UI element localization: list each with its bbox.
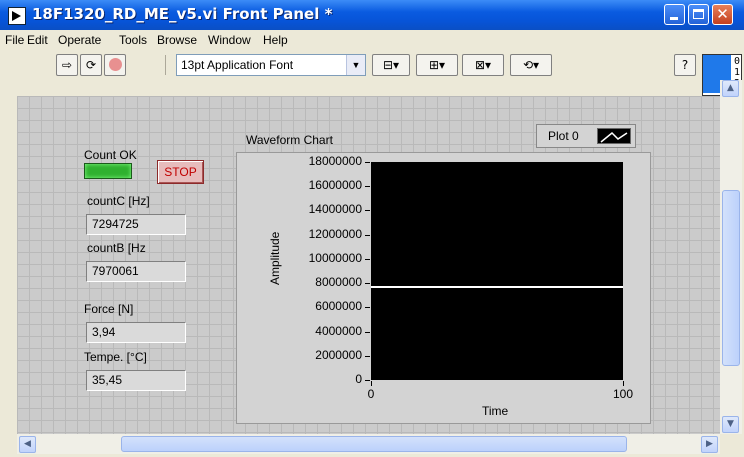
reorder-icon: ⟲▾ (522, 58, 540, 72)
y-tick-label: 6000000 (315, 299, 362, 314)
scroll-right-icon: ▶ (706, 439, 713, 449)
y-tick-mark (365, 331, 370, 333)
y-tick-mark (365, 162, 370, 163)
font-select-value: 13pt Application Font (181, 58, 294, 72)
run-continuously-button[interactable]: ⟳ (80, 54, 102, 76)
vertical-scroll-thumb[interactable] (722, 190, 740, 366)
count-ok-led[interactable] (84, 163, 132, 179)
menu-browse[interactable]: Browse (157, 33, 197, 47)
resize-objects-icon: ⊠▾ (474, 58, 492, 72)
x-tick-mark (623, 381, 624, 386)
y-tick-mark (365, 234, 370, 236)
force-indicator[interactable]: 3,94 (86, 322, 186, 343)
horizontal-scroll-thumb[interactable] (121, 436, 627, 452)
countC-label: countC [Hz] (87, 194, 150, 208)
help-question-icon: ? (681, 58, 689, 72)
left-border (0, 80, 17, 457)
distribute-objects-button[interactable]: ⊞▾ (416, 54, 458, 76)
y-tick-label: 14000000 (308, 202, 362, 217)
chart-title: Waveform Chart (246, 133, 333, 147)
context-help-button[interactable]: ? (674, 54, 696, 76)
toolbar: ⇨ ⟳ 13pt Application Font ▼ ⊟▾ ⊞▾ ⊠▾ ⟲▾ … (0, 50, 700, 80)
scroll-down-button[interactable]: ▼ (722, 416, 739, 433)
abort-stop-icon (108, 58, 122, 71)
align-objects-button[interactable]: ⊟▾ (372, 54, 410, 76)
y-tick-mark (365, 283, 370, 285)
title-bar[interactable]: 18F1320_RD_ME_v5.vi Front Panel * ✕ (0, 0, 744, 30)
run-continuously-icon: ⟳ (85, 58, 97, 72)
menu-file[interactable]: File (5, 33, 24, 47)
scroll-right-button[interactable]: ▶ (701, 436, 718, 453)
y-tick-mark (365, 355, 370, 357)
menu-operate[interactable]: Operate (58, 33, 101, 47)
align-objects-icon: ⊟▾ (382, 58, 400, 72)
toolbar-separator (165, 55, 166, 75)
resize-objects-button[interactable]: ⊠▾ (462, 54, 504, 76)
count-ok-label: Count OK (84, 148, 137, 162)
x-tick-label: 100 (612, 387, 634, 401)
x-tick-mark (371, 381, 372, 386)
dropdown-arrow-icon[interactable]: ▼ (346, 55, 365, 75)
minimize-button[interactable] (664, 4, 685, 25)
temperature-indicator[interactable]: 35,45 (86, 370, 186, 391)
stop-button[interactable]: STOP (157, 160, 204, 184)
countB-label: countB [Hz (87, 241, 146, 255)
plot-area[interactable] (371, 162, 623, 380)
distribute-objects-icon: ⊞▾ (428, 58, 446, 72)
menu-window[interactable]: Window (208, 33, 251, 47)
y-tick-mark (365, 258, 370, 260)
close-icon: ✕ (716, 5, 729, 23)
scroll-up-icon: ▲ (727, 83, 734, 93)
y-tick-label: 18000000 (308, 154, 362, 168)
legend-label: Plot 0 (548, 129, 579, 143)
vertical-scrollbar[interactable]: ▲ ▼ (720, 80, 742, 434)
y-tick-mark (365, 210, 370, 212)
font-select[interactable]: 13pt Application Font ▼ (176, 54, 366, 76)
y-tick-mark (365, 307, 370, 309)
maximize-icon (693, 9, 704, 19)
y-tick-mark (365, 380, 370, 381)
y-tick-label: 4000000 (315, 323, 362, 338)
x-tick-label: 0 (367, 387, 375, 401)
scroll-left-button[interactable]: ◀ (19, 436, 36, 453)
reorder-button[interactable]: ⟲▾ (510, 54, 552, 76)
front-panel-window: 18F1320_RD_ME_v5.vi Front Panel * ✕ File… (0, 0, 744, 457)
countC-indicator[interactable]: 7294725 (86, 214, 186, 235)
minimize-icon (670, 17, 678, 20)
horizontal-scrollbar[interactable]: ◀ ▶ (17, 434, 720, 454)
legend-line-swatch (597, 128, 631, 144)
y-tick-label: 2000000 (315, 347, 362, 362)
maximize-button[interactable] (688, 4, 709, 25)
force-label: Force [N] (84, 302, 134, 316)
menu-edit[interactable]: Edit (27, 33, 48, 47)
y-tick-label: 8000000 (315, 275, 362, 290)
y-tick-label: 0 (355, 372, 362, 386)
y-axis-label: Amplitude (268, 231, 282, 285)
abort-button[interactable] (104, 54, 126, 76)
run-button[interactable]: ⇨ (56, 54, 78, 76)
plot-0-line (371, 286, 623, 288)
y-tick-label: 16000000 (308, 178, 362, 193)
labview-vi-icon (8, 7, 26, 25)
run-arrow-icon: ⇨ (61, 58, 73, 72)
scroll-left-icon: ◀ (24, 439, 31, 449)
countB-indicator[interactable]: 7970061 (86, 261, 186, 282)
close-button[interactable]: ✕ (712, 4, 733, 25)
menu-help[interactable]: Help (263, 33, 288, 47)
menu-bar: File Edit Operate Tools Browse Window He… (0, 30, 700, 50)
menu-tools[interactable]: Tools (119, 33, 147, 47)
y-tick-mark (365, 186, 370, 188)
y-tick-label: 12000000 (308, 226, 362, 241)
temperature-label: Tempe. [°C] (84, 350, 147, 364)
legend-line-icon (600, 131, 628, 143)
scroll-up-button[interactable]: ▲ (722, 80, 739, 97)
window-title: 18F1320_RD_ME_v5.vi Front Panel * (32, 5, 333, 23)
y-tick-label: 10000000 (308, 250, 362, 265)
x-axis-label: Time (482, 404, 509, 418)
scroll-down-icon: ▼ (727, 419, 734, 429)
